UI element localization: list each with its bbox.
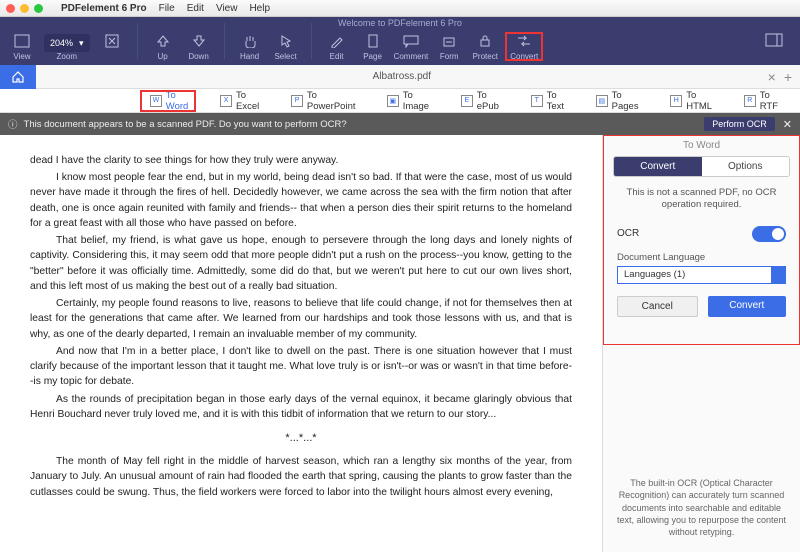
protect-button[interactable]: Protect xyxy=(467,30,503,63)
convert-format-bar: WTo Word XTo Excel PTo PowerPoint ▣To Im… xyxy=(0,89,800,113)
to-html-button[interactable]: HTo HTML xyxy=(663,87,731,115)
to-image-button[interactable]: ▣To Image xyxy=(380,87,448,115)
panel-toggle-button[interactable] xyxy=(756,29,792,53)
doc-paragraph: dead I have the clarity to see things fo… xyxy=(30,153,572,168)
doc-paragraph: I know most people fear the end, but in … xyxy=(30,170,572,231)
cancel-button[interactable]: Cancel xyxy=(617,296,698,317)
to-pages-button[interactable]: ▤To Pages xyxy=(589,87,658,115)
tab-convert[interactable]: Convert xyxy=(614,157,702,176)
info-icon: ⓘ xyxy=(8,117,18,131)
main-area: dead I have the clarity to see things fo… xyxy=(0,135,800,552)
edit-button[interactable]: Edit xyxy=(319,30,355,63)
comment-button[interactable]: Comment xyxy=(391,30,432,63)
side-panel-message: This is not a scanned PDF, no OCR operat… xyxy=(603,177,800,222)
perform-ocr-button[interactable]: Perform OCR xyxy=(704,117,775,131)
document-filename: Albatross.pdf xyxy=(36,71,768,82)
view-button[interactable]: View xyxy=(4,30,40,63)
language-select[interactable]: Languages (1) xyxy=(617,266,786,284)
convert-side-panel: To Word Convert Options This is not a sc… xyxy=(602,135,800,552)
mac-menu-bar: PDFelement 6 Pro File Edit View Help xyxy=(0,0,800,17)
to-excel-button[interactable]: XTo Excel xyxy=(213,87,278,115)
tab-options[interactable]: Options xyxy=(702,157,790,176)
language-label: Document Language xyxy=(603,242,800,266)
home-tab[interactable] xyxy=(0,65,36,89)
form-button[interactable]: Form xyxy=(431,30,467,63)
doc-paragraph: That belief, my friend, is what gave us … xyxy=(30,233,572,294)
doc-paragraph: The month of May fell right in the middl… xyxy=(30,454,572,500)
side-panel-title: To Word xyxy=(603,135,800,156)
ocr-banner: ⓘ This document appears to be a scanned … xyxy=(0,113,800,135)
ocr-description: The built-in OCR (Optical Character Reco… xyxy=(603,467,800,552)
section-break: *...*...* xyxy=(30,430,572,446)
doc-paragraph: Certainly, my people found reasons to li… xyxy=(30,296,572,342)
close-tab-icon[interactable]: × xyxy=(768,69,776,85)
app-name: PDFelement 6 Pro xyxy=(61,3,147,14)
ocr-banner-msg: This document appears to be a scanned PD… xyxy=(24,119,347,130)
menu-view[interactable]: View xyxy=(216,3,238,14)
menu-edit[interactable]: Edit xyxy=(187,3,204,14)
down-button[interactable]: Down xyxy=(181,30,217,63)
fit-button[interactable] xyxy=(94,30,130,63)
select-button[interactable]: Select xyxy=(268,30,304,63)
hand-button[interactable]: Hand xyxy=(232,30,268,63)
window-controls[interactable] xyxy=(6,4,43,13)
to-rtf-button[interactable]: RTo RTF xyxy=(737,87,797,115)
to-text-button[interactable]: TTo Text xyxy=(524,87,583,115)
convert-action-button[interactable]: Convert xyxy=(708,296,787,317)
menu-file[interactable]: File xyxy=(159,3,175,14)
main-toolbar: Welcome to PDFelement 6 Pro View 204%▾ Z… xyxy=(0,17,800,65)
menu-help[interactable]: Help xyxy=(249,3,270,14)
doc-paragraph: And now that I'm in a better place, I do… xyxy=(30,344,572,390)
page-button[interactable]: Page xyxy=(355,30,391,63)
side-panel-tabs: Convert Options xyxy=(613,156,790,177)
up-button[interactable]: Up xyxy=(145,30,181,63)
document-tab-bar: Albatross.pdf × + xyxy=(0,65,800,89)
to-word-button[interactable]: WTo Word xyxy=(143,87,207,115)
to-powerpoint-button[interactable]: PTo PowerPoint xyxy=(284,87,374,115)
doc-paragraph: As the rounds of precipitation began in … xyxy=(30,392,572,422)
to-epub-button[interactable]: ETo ePub xyxy=(454,87,518,115)
close-banner-icon[interactable]: ✕ xyxy=(783,118,792,131)
ocr-label: OCR xyxy=(617,228,639,239)
zoom-select[interactable]: 204%▾ xyxy=(44,34,90,52)
convert-button[interactable]: Convert xyxy=(503,30,545,63)
ocr-toggle[interactable] xyxy=(752,226,786,242)
page-content: dead I have the clarity to see things fo… xyxy=(0,135,602,552)
add-tab-icon[interactable]: + xyxy=(784,69,792,85)
